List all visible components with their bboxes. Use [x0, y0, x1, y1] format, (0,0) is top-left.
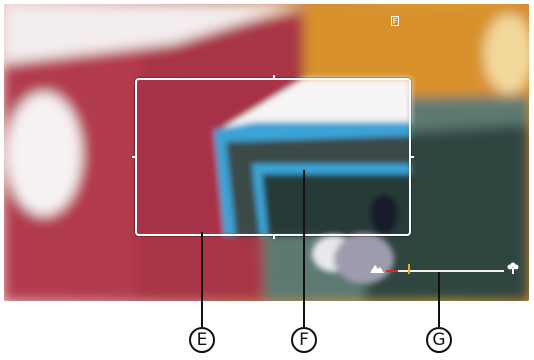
frame-tick-left: [132, 156, 135, 158]
callout-e: E: [189, 327, 215, 353]
mountain-icon: [370, 265, 384, 273]
focus-depth-zone: [386, 270, 398, 272]
flower-icon: [507, 262, 519, 274]
callout-f: F: [291, 327, 317, 353]
focus-distance-scale: [370, 262, 520, 274]
callout-line-g: [438, 272, 440, 327]
focus-position-marker: [408, 264, 411, 274]
manual-focus-icon: F: [391, 16, 399, 26]
callout-line-e: [201, 232, 203, 327]
callout-line-f: [303, 170, 305, 327]
frame-tick-bottom: [273, 236, 275, 239]
frame-tick-top: [273, 75, 275, 78]
magnified-area-frame: [132, 75, 414, 239]
focus-scale-track: [386, 270, 504, 272]
callout-g: G: [426, 327, 452, 353]
camera-viewfinder: F: [4, 4, 529, 301]
frame-tick-right: [411, 156, 414, 158]
